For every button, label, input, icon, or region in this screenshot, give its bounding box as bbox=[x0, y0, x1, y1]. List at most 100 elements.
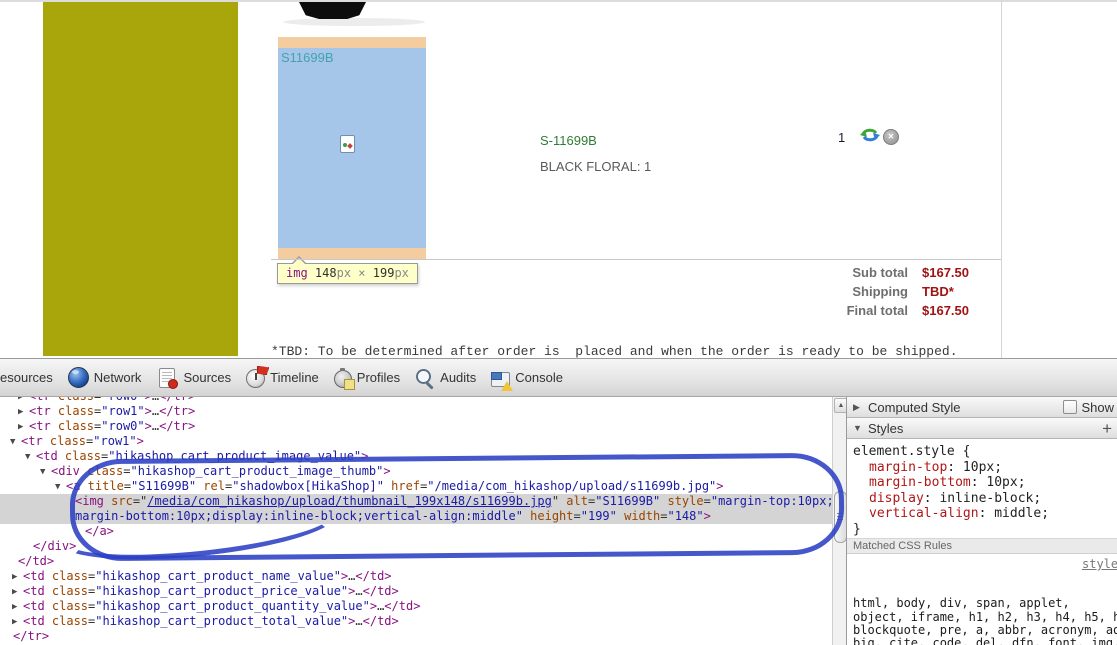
totals-row: Sub total $167.50 bbox=[762, 263, 1000, 282]
tooltip-tag: img bbox=[286, 266, 308, 280]
tab-profiles[interactable]: Profiles bbox=[333, 367, 401, 390]
refresh-quantity-icon[interactable] bbox=[859, 126, 881, 144]
profiles-icon bbox=[333, 368, 355, 390]
tab-label: Sources bbox=[183, 370, 232, 385]
disclosure-arrow-icon[interactable]: ▶ bbox=[18, 405, 29, 420]
resource-link[interactable]: /media/com_hikashop/upload/thumbnail_199… bbox=[147, 494, 552, 508]
disclosure-arrow-icon[interactable]: ▼ bbox=[25, 450, 36, 465]
disclosure-arrow-icon[interactable]: ▶ bbox=[12, 615, 23, 630]
style-property[interactable]: margin-top: 10px; bbox=[853, 460, 1117, 476]
shipping-note-line1: *TBD: To be determined after order is pl… bbox=[271, 344, 958, 359]
tab-label: Timeline bbox=[270, 370, 319, 385]
element-style-rule: element.style {margin-top: 10px; margin-b… bbox=[847, 439, 1117, 538]
tab-console[interactable]: Console bbox=[491, 369, 563, 391]
show-inherited-label: Show bbox=[1081, 399, 1114, 415]
matched-css-rules-header: Matched CSS Rules bbox=[847, 538, 1117, 554]
cart-totals: Sub total $167.50 Shipping TBD* Final total $… bbox=[762, 263, 1000, 320]
product-photo-bottom bbox=[299, 2, 366, 19]
code-line[interactable]: ▶<tr class="row0">…</tr> bbox=[0, 397, 832, 404]
selector-line: blockquote, pre, a, abbr, acronym, ad bbox=[853, 623, 1117, 638]
code-line[interactable]: </a> bbox=[0, 524, 832, 539]
sidebar-color-block bbox=[43, 2, 238, 356]
disclosure-arrow-icon[interactable]: ▼ bbox=[10, 435, 21, 450]
new-style-rule-button[interactable]: + bbox=[1102, 420, 1112, 437]
chevron-right-icon: ▶ bbox=[853, 401, 860, 412]
product-link[interactable]: S-11699B bbox=[540, 133, 597, 148]
disclosure-arrow-icon[interactable]: ▶ bbox=[12, 570, 23, 585]
style-selector: element.style { bbox=[853, 444, 971, 459]
show-inherited-checkbox[interactable] bbox=[1063, 400, 1078, 414]
totals-divider bbox=[271, 259, 1001, 260]
code-line[interactable]: ▼ <div class="hikashop_cart_product_image… bbox=[0, 464, 832, 479]
tab-label: Profiles bbox=[356, 370, 401, 385]
style-close-brace: } bbox=[853, 521, 861, 537]
code-line[interactable]: </td> bbox=[0, 554, 832, 569]
disclosure-arrow-icon[interactable]: ▼ bbox=[55, 480, 66, 495]
styles-label: Styles bbox=[868, 420, 904, 436]
disclosure-arrow-icon[interactable]: ▶ bbox=[12, 585, 23, 600]
selector-line: html, body, div, span, applet, bbox=[853, 596, 1077, 611]
tab-sources[interactable]: Sources bbox=[156, 367, 232, 389]
disclosure-arrow-icon[interactable]: ▶ bbox=[12, 600, 23, 615]
disclosure-arrow-icon[interactable]: ▼ bbox=[40, 465, 51, 480]
elements-tree: ▶<tr class="row0">…</tr>▶<tr class="row1… bbox=[0, 397, 832, 645]
tooltip-width: 148 bbox=[314, 266, 337, 280]
audits-icon bbox=[415, 368, 435, 388]
code-line[interactable]: ▶ <td class="hikashop_cart_product_name_v… bbox=[0, 569, 832, 584]
code-line[interactable]: ▶ <td class="hikashop_cart_product_total_… bbox=[0, 614, 832, 629]
product-photo-shadow bbox=[283, 18, 425, 26]
sources-icon bbox=[159, 368, 179, 389]
style-property[interactable]: vertical-align: middle; bbox=[853, 506, 1117, 522]
code-line[interactable]: ▼ <td class="hikashop_cart_product_image_… bbox=[0, 449, 832, 464]
tooltip-height: 199 bbox=[372, 266, 395, 280]
totals-row: Shipping TBD* bbox=[762, 282, 1000, 301]
code-line[interactable]: </tr> bbox=[0, 629, 832, 644]
code-line[interactable]: ▶<tr class="row0">…</tr> bbox=[0, 419, 832, 434]
image-alt-text: S11699B bbox=[281, 50, 334, 65]
screenshot-root: S11699B img 148px × 199px S-11699B BLACK… bbox=[0, 0, 1117, 645]
code-line[interactable]: ▼ <a title="S11699B" rel="shadowbox[HikaS… bbox=[0, 479, 832, 494]
code-line[interactable]: ▶ <tr class="row1">…</tr> bbox=[0, 404, 832, 419]
code-line[interactable]: ▶ <td class="hikashop_cart_product_price_… bbox=[0, 584, 832, 599]
dimension-tooltip: img 148px × 199px bbox=[277, 256, 418, 284]
styles-header[interactable]: ▼ Styles + bbox=[847, 418, 1117, 439]
inspect-margin-top bbox=[278, 37, 426, 48]
network-icon bbox=[67, 367, 89, 388]
tab-label: Audits bbox=[440, 370, 477, 385]
console-icon bbox=[491, 371, 514, 391]
code-line[interactable]: ▼ <tr class="row1"> bbox=[0, 434, 832, 449]
disclosure-arrow-icon[interactable]: ▶ bbox=[18, 420, 29, 435]
styles-sidebar: ▶ Computed Style Show ▼ Styles + element… bbox=[846, 397, 1117, 645]
computed-style-header[interactable]: ▶ Computed Style Show bbox=[847, 397, 1117, 418]
code-line[interactable]: </div> bbox=[0, 539, 832, 554]
totals-label: Shipping bbox=[852, 284, 908, 299]
show-inherited: Show bbox=[1063, 400, 1114, 415]
product-option: BLACK FLORAL: 1 bbox=[540, 159, 652, 174]
code-line[interactable]: margin-bottom:10px;display:inline-block;… bbox=[0, 509, 832, 524]
totals-label: Sub total bbox=[852, 265, 908, 280]
style-property[interactable]: display: inline-block; bbox=[853, 491, 1117, 507]
page-right-border bbox=[1001, 0, 1002, 358]
code-line[interactable]: <img src="/media/com_hikashop/upload/thu… bbox=[0, 494, 832, 509]
broken-image-icon bbox=[340, 135, 355, 153]
remove-item-icon[interactable]: ✕ bbox=[883, 129, 899, 145]
html-code: ▶<tr class="row0">…</tr>▶<tr class="row1… bbox=[0, 397, 832, 644]
elements-scrollbar[interactable]: ▲ bbox=[832, 397, 848, 645]
chevron-down-icon: ▼ bbox=[853, 423, 862, 433]
devtools-tabs: esources Network Sources Timeline Profiles Au… bbox=[0, 358, 1117, 397]
matched-rules: styles html, body, div, span, applet, ob… bbox=[847, 554, 1117, 645]
tab-network[interactable]: Network bbox=[67, 367, 141, 388]
stylesheet-link[interactable]: styles bbox=[1082, 557, 1117, 571]
timeline-icon bbox=[246, 369, 266, 388]
tab-label: Console bbox=[515, 370, 563, 385]
computed-style-label: Computed Style bbox=[868, 399, 961, 415]
tab-resources[interactable]: esources bbox=[0, 370, 53, 385]
inspect-image-highlight: S11699B bbox=[278, 48, 426, 248]
tab-label: esources bbox=[0, 370, 53, 385]
tooltip-times: × bbox=[358, 266, 366, 280]
tab-audits[interactable]: Audits bbox=[415, 368, 476, 388]
totals-value: $167.50 bbox=[922, 265, 969, 280]
code-line[interactable]: ▶ <td class="hikashop_cart_product_quanti… bbox=[0, 599, 832, 614]
tab-timeline[interactable]: Timeline bbox=[246, 367, 319, 388]
style-property[interactable]: margin-bottom: 10px; bbox=[853, 475, 1117, 491]
